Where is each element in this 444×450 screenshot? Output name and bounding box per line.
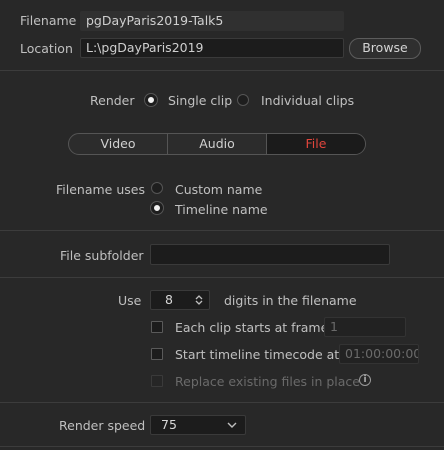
- divider: [0, 446, 444, 447]
- filename-uses-label: Filename uses: [56, 182, 145, 197]
- divider: [0, 230, 444, 231]
- file-subfolder-input[interactable]: [150, 244, 390, 265]
- location-label: Location: [20, 41, 73, 56]
- use-label: Use: [118, 293, 142, 308]
- start-timecode-input[interactable]: 01:00:00:00: [339, 344, 419, 364]
- digits-suffix-label: digits in the filename: [224, 293, 357, 308]
- individual-clips-label[interactable]: Individual clips: [261, 93, 354, 108]
- each-clip-checkbox[interactable]: [151, 321, 163, 333]
- divider: [0, 70, 444, 71]
- tab-audio[interactable]: Audio: [168, 134, 267, 154]
- chevron-down-icon: [227, 422, 237, 428]
- browse-button[interactable]: Browse: [349, 38, 421, 59]
- replace-files-checkbox[interactable]: [151, 375, 163, 387]
- tab-file[interactable]: File: [267, 134, 365, 154]
- each-clip-label: Each clip starts at frame: [175, 320, 329, 335]
- start-timecode-checkbox[interactable]: [151, 348, 163, 360]
- info-icon[interactable]: i: [359, 374, 371, 386]
- single-clip-radio[interactable]: [145, 94, 157, 106]
- divider: [0, 402, 444, 403]
- replace-files-label: Replace existing files in place: [175, 374, 360, 389]
- individual-clips-radio[interactable]: [237, 94, 249, 106]
- digits-stepper[interactable]: 8: [150, 290, 210, 310]
- timeline-name-label[interactable]: Timeline name: [175, 202, 268, 217]
- render-speed-select[interactable]: 75: [150, 415, 246, 435]
- render-label: Render: [90, 93, 135, 108]
- stepper-arrows-icon[interactable]: [195, 294, 203, 306]
- each-clip-frame-input[interactable]: 1: [324, 317, 406, 337]
- tab-video[interactable]: Video: [69, 134, 168, 154]
- render-speed-label: Render speed: [59, 418, 146, 433]
- filename-field[interactable]: pgDayParis2019-Talk5: [80, 11, 344, 31]
- tab-bar: Video Audio File: [68, 133, 366, 155]
- location-field[interactable]: L:\pgDayParis2019: [80, 38, 344, 58]
- custom-name-radio[interactable]: [151, 182, 163, 194]
- filename-label: Filename: [20, 13, 77, 28]
- render-speed-value: 75: [161, 417, 177, 432]
- start-timecode-label: Start timeline timecode at: [175, 347, 340, 362]
- divider: [0, 277, 444, 278]
- timeline-name-radio[interactable]: [151, 202, 163, 214]
- custom-name-label[interactable]: Custom name: [175, 182, 262, 197]
- file-subfolder-label: File subfolder: [60, 248, 144, 263]
- digits-value: 8: [165, 292, 173, 307]
- single-clip-label[interactable]: Single clip: [168, 93, 232, 108]
